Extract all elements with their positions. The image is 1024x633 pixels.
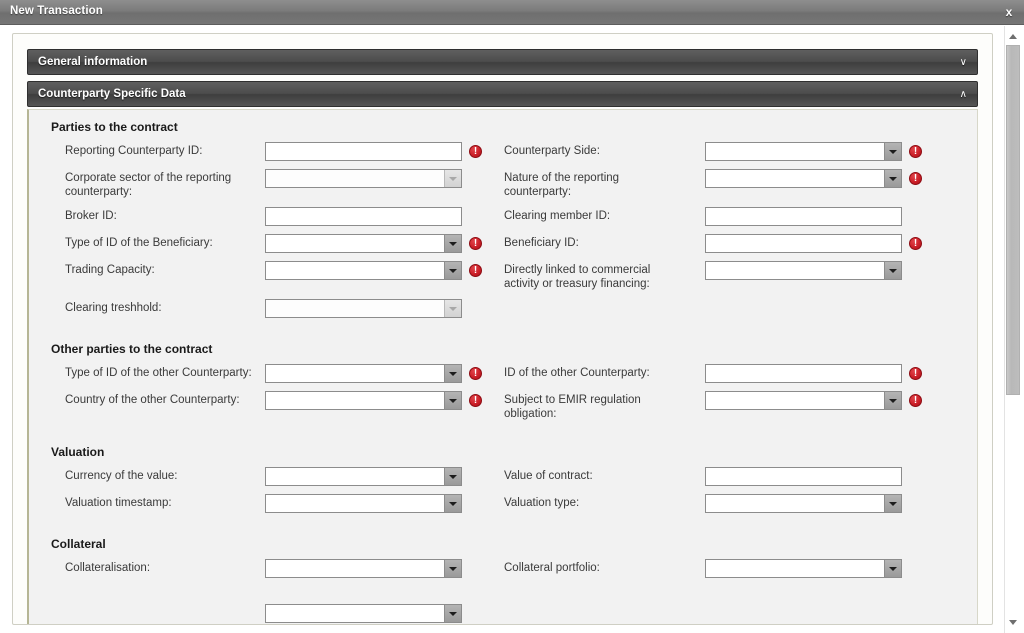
counterparty-specific-data-panel: Parties to the contract Reporting Counter… (27, 109, 978, 624)
dropdown-type-of-id-of-the-other-counterparty[interactable] (265, 364, 462, 383)
error-icon (909, 237, 922, 250)
chevron-down-icon[interactable] (444, 560, 461, 577)
dropdown-currency-of-the-value[interactable] (265, 467, 462, 486)
chevron-down-icon[interactable] (884, 170, 901, 187)
chevron-down-icon[interactable] (884, 262, 901, 279)
field-label-country-of-the-other-counterparty: Country of the other Counterparty: (65, 394, 240, 406)
error-icon (469, 145, 482, 158)
dropdown-nature-of-the-reporting-counterparty[interactable] (705, 169, 902, 188)
input-broker-id[interactable] (265, 207, 462, 226)
error-icon (909, 394, 922, 407)
error-icon (469, 237, 482, 250)
dropdown-counterparty-side[interactable] (705, 142, 902, 161)
input-beneficiary-id[interactable] (705, 234, 902, 253)
scrollbar-thumb[interactable] (1006, 45, 1020, 395)
field-label-clearing-treshhold: Clearing treshhold: (65, 302, 162, 314)
chevron-down-icon[interactable] (444, 235, 461, 252)
section-title-parties-to-the-contract: Parties to the contract (51, 120, 178, 134)
dropdown-partially-visible[interactable] (265, 604, 462, 623)
error-icon (469, 394, 482, 407)
input-clearing-member-id[interactable] (705, 207, 902, 226)
accordion-label: Counterparty Specific Data (38, 88, 186, 100)
input-id-of-the-other-counterparty[interactable] (705, 364, 902, 383)
error-icon (909, 367, 922, 380)
scroll-up-arrow-icon[interactable] (1005, 28, 1021, 44)
dropdown-valuation-timestamp[interactable] (265, 494, 462, 513)
field-label-reporting-counterparty-id: Reporting Counterparty ID: (65, 145, 203, 157)
field-label-beneficiary-id: Beneficiary ID: (504, 237, 579, 249)
field-label-valuation-type: Valuation type: (504, 497, 580, 509)
field-label-collateralisation: Collateralisation: (65, 562, 151, 574)
field-label-counterparty-side: Counterparty Side: (504, 145, 600, 157)
field-label-value-of-contract: Value of contract: (504, 470, 593, 482)
section-title-valuation: Valuation (51, 445, 105, 459)
field-label-collateral-portfolio: Collateral portfolio: (504, 562, 600, 574)
chevron-down-icon[interactable] (444, 170, 461, 187)
chevron-down-icon[interactable] (444, 262, 461, 279)
error-icon (909, 145, 922, 158)
error-icon (909, 172, 922, 185)
dropdown-type-of-id-of-the-beneficiary[interactable] (265, 234, 462, 253)
scroll-down-arrow-icon[interactable] (1005, 614, 1021, 630)
input-value-of-contract[interactable] (705, 467, 902, 486)
chevron-down-icon[interactable] (884, 495, 901, 512)
accordion-header-counterparty-specific-data[interactable]: Counterparty Specific Data ∧ (27, 81, 978, 107)
page-body: General information ∨ Counterparty Speci… (0, 26, 1024, 633)
dropdown-corporate-sector-of-the-reporting-counterparty[interactable] (265, 169, 462, 188)
field-label-valuation-timestamp: Valuation timestamp: (65, 497, 172, 509)
chevron-down-icon[interactable] (444, 605, 461, 622)
chevron-down-icon[interactable] (884, 392, 901, 409)
chevron-down-icon[interactable]: ∨ (960, 50, 967, 76)
section-title-collateral: Collateral (51, 537, 106, 551)
chevron-down-icon[interactable] (444, 495, 461, 512)
section-title-other-parties-to-the-contract: Other parties to the contract (51, 342, 213, 356)
dropdown-clearing-treshhold[interactable] (265, 299, 462, 318)
field-label-corporate-sector-of-the-reporting-counterparty: Corporate sector of the reporting counte… (65, 172, 232, 198)
form-container: General information ∨ Counterparty Speci… (12, 33, 993, 625)
chevron-down-icon[interactable] (884, 560, 901, 577)
error-icon (469, 367, 482, 380)
dropdown-directly-linked-to-commercial-activity-or-treasury-financing[interactable] (705, 261, 902, 280)
accordion-header-general-information[interactable]: General information ∨ (27, 49, 978, 75)
field-label-trading-capacity: Trading Capacity: (65, 264, 155, 276)
chevron-down-icon[interactable] (444, 392, 461, 409)
dropdown-collateralisation[interactable] (265, 559, 462, 578)
window-title: New Transaction (10, 5, 103, 17)
input-reporting-counterparty-id[interactable] (265, 142, 462, 161)
dropdown-collateral-portfolio[interactable] (705, 559, 902, 578)
field-label-nature-of-the-reporting-counterparty: Nature of the reporting counterparty: (504, 172, 620, 198)
close-icon[interactable]: x (1001, 4, 1017, 20)
error-icon (469, 264, 482, 277)
chevron-up-icon[interactable]: ∧ (960, 82, 967, 108)
field-label-directly-linked-to-commercial-activity-or-treasury-financing: Directly linked to commercial activity o… (504, 264, 651, 290)
field-label-subject-to-emir-regulation-obligation: Subject to EMIR regulation obligation: (504, 394, 641, 420)
field-label-broker-id: Broker ID: (65, 210, 117, 222)
field-label-id-of-the-other-counterparty: ID of the other Counterparty: (504, 367, 650, 379)
chevron-down-icon[interactable] (444, 300, 461, 317)
dropdown-trading-capacity[interactable] (265, 261, 462, 280)
vertical-scrollbar[interactable] (1004, 26, 1021, 633)
accordion-label: General information (38, 56, 148, 68)
window-titlebar: New Transaction x (0, 0, 1024, 25)
chevron-down-icon[interactable] (444, 468, 461, 485)
field-label-type-of-id-of-the-beneficiary: Type of ID of the Beneficiary: (65, 237, 213, 249)
dropdown-subject-to-emir-regulation-obligation[interactable] (705, 391, 902, 410)
field-label-clearing-member-id: Clearing member ID: (504, 210, 611, 222)
chevron-down-icon[interactable] (444, 365, 461, 382)
field-label-type-of-id-of-the-other-counterparty: Type of ID of the other Counterparty: (65, 367, 252, 379)
chevron-down-icon[interactable] (884, 143, 901, 160)
dropdown-country-of-the-other-counterparty[interactable] (265, 391, 462, 410)
field-label-currency-of-the-value: Currency of the value: (65, 470, 178, 482)
dropdown-valuation-type[interactable] (705, 494, 902, 513)
